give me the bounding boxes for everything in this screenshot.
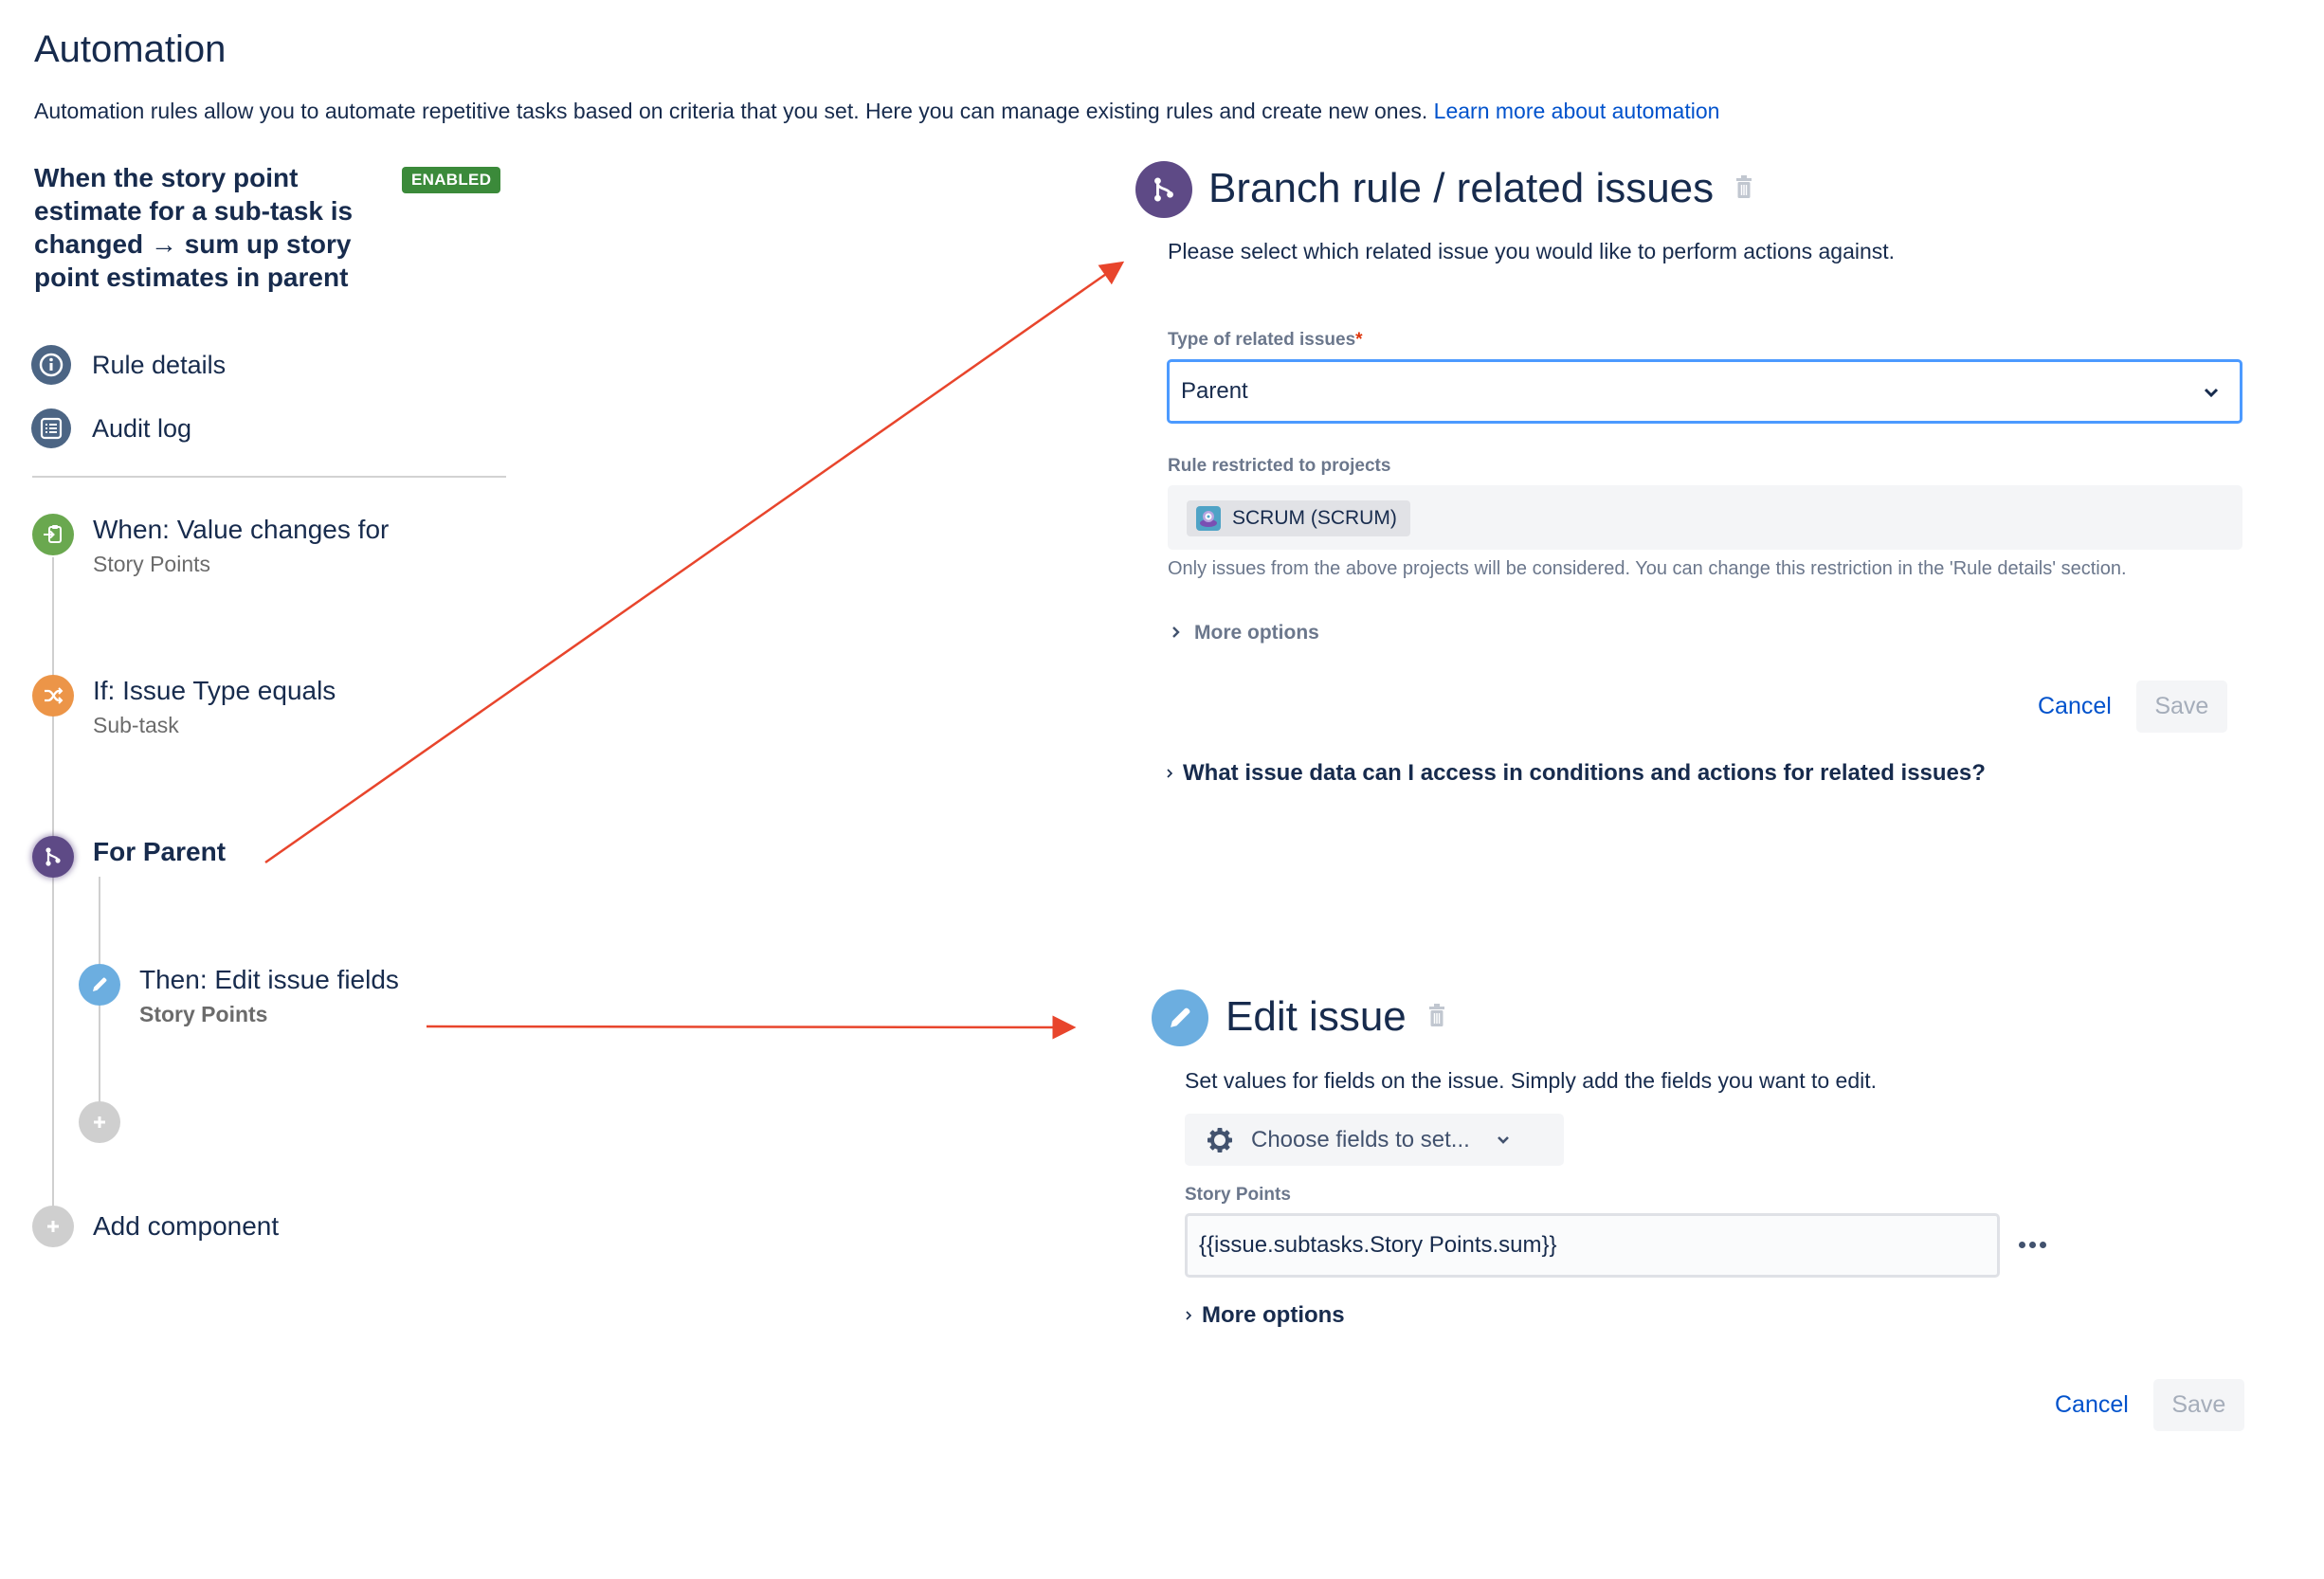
branch-panel-description: Please select which related issue you wo… [1168, 239, 1896, 263]
edit-panel-title: Edit issue [1226, 993, 1407, 1040]
edit-panel-description: Set values for fields on the issue. Simp… [1185, 1068, 1878, 1093]
chevron-right-icon [1166, 760, 1173, 787]
related-issues-faq-toggle[interactable]: What issue data can I access in conditio… [1166, 760, 1986, 787]
chevron-right-icon [1185, 1302, 1192, 1329]
edit-cancel-button[interactable]: Cancel [2055, 1391, 2129, 1419]
story-points-input[interactable]: {{issue.subtasks.Story Points.sum}} [1185, 1213, 2000, 1278]
chevron-down-icon [2204, 378, 2219, 405]
edit-panel-actions: Cancel Save [2055, 1379, 2244, 1431]
edit-more-options-toggle[interactable]: More options [1185, 1302, 1345, 1329]
more-options-label: More options [1202, 1302, 1345, 1328]
edit-save-button[interactable]: Save [2152, 1379, 2244, 1431]
branch-panel-header: Branch rule / related issues [1208, 165, 1753, 212]
branch-cancel-button[interactable]: Cancel [2038, 693, 2112, 720]
annotation-arrows [264, 261, 1125, 1040]
arrow-to-branch-panel [264, 261, 1125, 864]
trash-icon[interactable] [1427, 1002, 1446, 1033]
type-of-related-issues-select[interactable]: Parent [1167, 359, 2242, 424]
faq-label: What issue data can I access in conditio… [1183, 760, 1986, 786]
story-points-label: Story Points [1185, 1185, 1291, 1205]
choose-fields-label: Choose fields to set... [1251, 1126, 1470, 1152]
branch-panel-actions: Cancel Save [2038, 681, 2227, 733]
restriction-help-text: Only issues from the above projects will… [1168, 558, 2127, 579]
choose-fields-button[interactable]: Choose fields to set... [1185, 1114, 1564, 1166]
arrow-to-edit-panel [426, 1015, 1077, 1040]
more-options-label: More options [1194, 622, 1319, 644]
select-value: Parent [1181, 378, 1248, 404]
project-chip-label: SCRUM (SCRUM) [1232, 507, 1397, 529]
rule-restricted-label: Rule restricted to projects [1168, 456, 1391, 476]
label-text: Type of related issues [1168, 330, 1356, 350]
gear-icon [1206, 1126, 1234, 1154]
branch-save-button[interactable]: Save [2135, 681, 2227, 733]
branch-icon [1135, 161, 1192, 218]
type-of-related-issues-label: Type of related issues* [1168, 330, 1363, 351]
branch-more-options-toggle[interactable]: More options [1171, 622, 1319, 644]
story-points-value: {{issue.subtasks.Story Points.sum}} [1199, 1232, 1557, 1258]
trash-icon[interactable] [1734, 173, 1753, 205]
chevron-right-icon [1171, 622, 1181, 644]
project-chip: SCRUM (SCRUM) [1187, 500, 1410, 536]
required-marker: * [1355, 330, 1363, 350]
pencil-icon [1152, 989, 1208, 1046]
more-actions-icon[interactable] [2019, 1242, 2046, 1248]
chevron-down-icon [1497, 1135, 1510, 1145]
project-avatar-icon [1196, 506, 1221, 531]
branch-panel-title: Branch rule / related issues [1208, 165, 1715, 211]
restricted-projects-box: SCRUM (SCRUM) [1168, 485, 2242, 550]
edit-panel-header: Edit issue [1226, 993, 1446, 1041]
